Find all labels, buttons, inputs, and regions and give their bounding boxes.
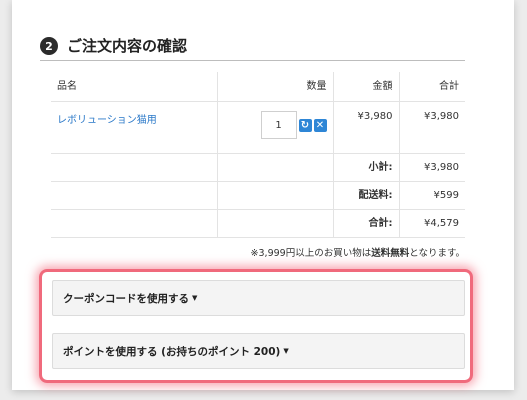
item-amount: ¥3,980 — [332, 101, 399, 154]
subtotal-label: 小計: — [332, 153, 399, 182]
shipping-label: 配送料: — [332, 181, 399, 210]
shipping-value: ¥599 — [398, 181, 465, 210]
subtotal-value: ¥3,980 — [398, 153, 465, 182]
item-subtotal: ¥3,980 — [398, 101, 465, 154]
table-row: レボリューション猫用 ↻ ✕ ¥3,980 ¥3,980 — [51, 101, 465, 154]
total-value: ¥4,579 — [398, 209, 465, 238]
quantity-input[interactable] — [260, 111, 297, 139]
header-product-name: 品名 — [51, 72, 217, 102]
section-title: ご注文内容の確認 — [67, 37, 188, 55]
section-header: 2 ご注文内容の確認 — [40, 33, 465, 61]
header-amount: 金額 — [332, 72, 399, 102]
total-label: 合計: — [332, 209, 399, 238]
table-header-row: 品名 数量 金額 合計 — [51, 72, 465, 102]
header-quantity: 数量 — [216, 72, 333, 102]
step-number-badge: 2 — [40, 37, 58, 55]
free-shipping-note: ※3,999円以上のお買い物は送料無料となります。 — [250, 248, 465, 259]
coupon-toggle-button[interactable]: クーポンコードを使用する ▼ — [52, 280, 465, 316]
summary-row-total: 合計: ¥4,579 — [51, 209, 465, 238]
points-button-label: ポイントを使用する (お持ちのポイント 200) — [63, 345, 281, 358]
caret-down-icon: ▼ — [192, 294, 198, 302]
points-toggle-button[interactable]: ポイントを使用する (お持ちのポイント 200) ▼ — [52, 333, 465, 369]
product-link[interactable]: レボリューション猫用 — [57, 115, 157, 126]
summary-row-subtotal: 小計: ¥3,980 — [51, 153, 465, 182]
close-icon[interactable]: ✕ — [313, 118, 327, 132]
summary-row-shipping: 配送料: ¥599 — [51, 181, 465, 210]
header-total: 合計 — [398, 72, 465, 102]
caret-down-icon: ▼ — [283, 347, 289, 355]
coupon-button-label: クーポンコードを使用する — [63, 292, 189, 305]
refresh-icon[interactable]: ↻ — [298, 118, 312, 132]
order-table: 品名 数量 金額 合計 レボリューション猫用 ↻ ✕ ¥3,980 ¥3,980 — [51, 72, 465, 238]
